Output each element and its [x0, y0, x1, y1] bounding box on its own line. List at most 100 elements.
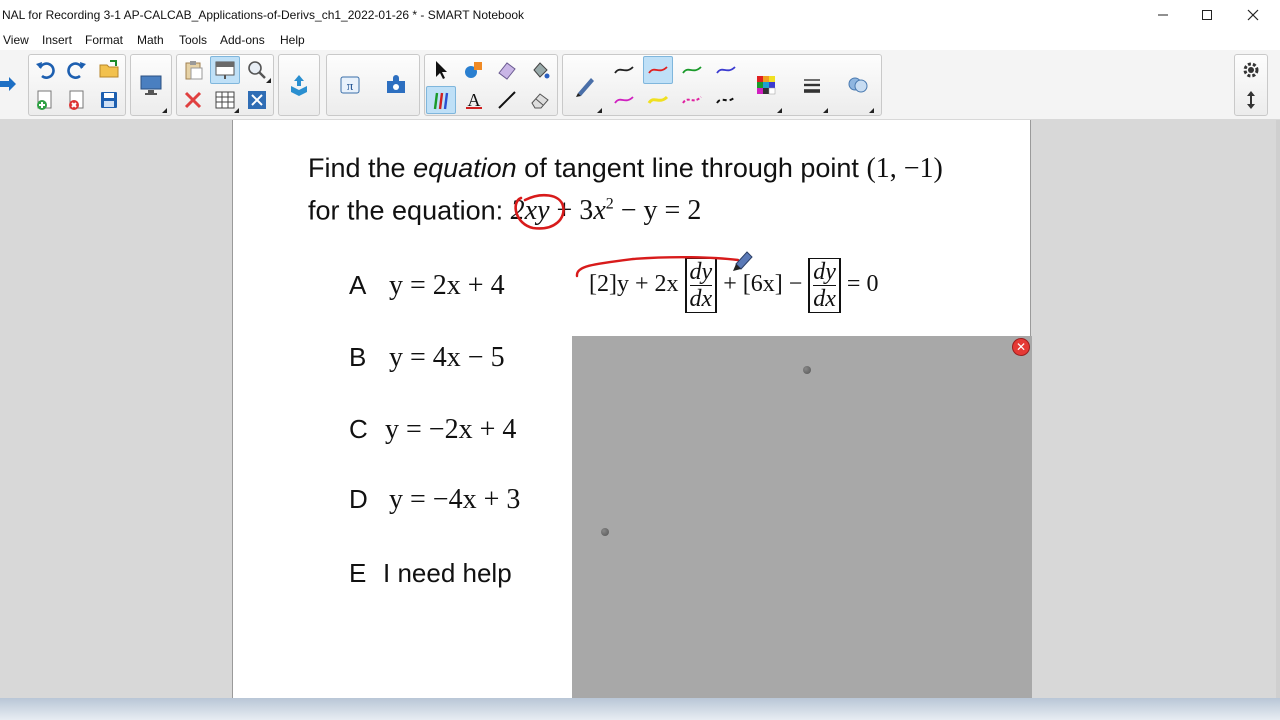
forward-arrow-icon [0, 77, 16, 91]
menu-format[interactable]: Format [85, 33, 123, 47]
choice-letter: B [349, 342, 367, 372]
equation-rest: − y = 2 [613, 195, 702, 227]
menu-view[interactable]: View [3, 33, 29, 47]
add-ons-icon [387, 75, 405, 93]
workspace: Find the equation of tangent line throug… [0, 120, 1280, 698]
equation-x: x [593, 195, 606, 227]
maximize-button[interactable] [1184, 0, 1230, 30]
shapes-icon [465, 62, 482, 78]
svg-text:π: π [347, 78, 354, 93]
fill-button[interactable] [525, 56, 555, 84]
menu-math[interactable]: Math [137, 33, 164, 47]
properties-icon [804, 79, 820, 93]
eraser-2-icon [531, 93, 549, 109]
question-prefix: Find the [308, 153, 414, 183]
maximize-icon [1202, 10, 1212, 20]
zoom-icon [248, 61, 266, 79]
line-style-magenta-icon [614, 96, 634, 104]
math-tools-button[interactable]: π [333, 56, 367, 114]
question-line-1: Find the equation of tangent line throug… [308, 150, 943, 187]
select-button[interactable] [426, 56, 456, 84]
table-button[interactable] [210, 86, 240, 114]
minimize-button[interactable] [1140, 0, 1186, 30]
add-page-button[interactable] [30, 86, 60, 114]
line-style-purple-icon [716, 66, 736, 74]
screen-shade-button[interactable] [210, 56, 240, 84]
math-group: π [326, 54, 420, 116]
eraser-2-button[interactable] [525, 86, 555, 114]
line-style-black-icon [614, 66, 634, 74]
table-icon [215, 91, 235, 109]
shapes-button[interactable] [459, 56, 489, 84]
pen-button[interactable] [569, 56, 603, 114]
screen-shade-icon [215, 61, 235, 79]
redo-button[interactable] [62, 56, 92, 84]
settings-button[interactable] [1236, 56, 1266, 84]
fraction-numerator: dy [813, 259, 836, 286]
line-style-magenta[interactable] [609, 86, 639, 114]
shade-handle-left[interactable] [601, 528, 609, 536]
undo-button[interactable] [30, 56, 60, 84]
line-style-black[interactable] [609, 56, 639, 84]
fraction-denominator: dx [689, 286, 713, 312]
gallery-button[interactable] [841, 56, 875, 114]
text-button[interactable]: A [459, 86, 489, 114]
display-button[interactable] [134, 56, 168, 114]
line-style-green[interactable] [677, 56, 707, 84]
upload-button[interactable] [282, 56, 316, 114]
work-part-2: + [6x] − [723, 271, 809, 298]
line-style-dashed[interactable] [711, 86, 741, 114]
paste-button[interactable] [178, 56, 208, 84]
delete-page-icon [69, 90, 84, 110]
line-style-purple[interactable] [711, 56, 741, 84]
edit-group [176, 54, 274, 116]
scrollbar[interactable] [1276, 120, 1280, 698]
choice-letter: C [349, 414, 368, 444]
fraction-denominator: dx [813, 286, 836, 312]
work-part-1: [2]y + 2x [589, 271, 679, 298]
line-style-yellow[interactable] [643, 86, 673, 114]
color-palette-button[interactable] [749, 56, 783, 114]
line-style-pink[interactable] [677, 86, 707, 114]
save-icon [101, 92, 117, 108]
dy-dx-fraction-1: dy dx [684, 258, 718, 313]
menu-add-ons[interactable]: Add-ons [220, 33, 265, 47]
close-button[interactable] [1230, 0, 1276, 30]
equation-exponent: 2 [605, 196, 614, 213]
open-folder-icon [99, 60, 119, 78]
full-screen-button[interactable] [242, 86, 272, 114]
magic-pen-button[interactable] [426, 86, 456, 114]
minimize-icon [1158, 14, 1168, 16]
screen-shade-panel[interactable] [572, 336, 1032, 698]
add-ons-button[interactable] [379, 56, 413, 114]
choice-expression: y = 2x + 4 [389, 270, 505, 301]
properties-button[interactable] [795, 56, 829, 114]
save-button[interactable] [94, 86, 124, 114]
notebook-page[interactable]: Find the equation of tangent line throug… [232, 120, 1032, 698]
menu-bar: View Insert Format Math Tools Add-ons He… [0, 30, 1280, 50]
line-style-red[interactable] [643, 56, 673, 84]
zoom-button[interactable] [242, 56, 272, 84]
pen-icon [576, 78, 594, 97]
delete-button[interactable] [178, 86, 208, 114]
menu-insert[interactable]: Insert [42, 33, 72, 47]
menu-help[interactable]: Help [280, 33, 305, 47]
window-title: NAL for Recording 3-1 AP-CALCAB_Applicat… [2, 8, 525, 22]
undo-icon [36, 62, 55, 79]
question-emphasis: equation [413, 153, 517, 183]
color-palette-icon [757, 76, 776, 95]
forward-button[interactable] [0, 70, 22, 98]
open-button[interactable] [94, 56, 124, 84]
line-button[interactable] [492, 86, 522, 114]
line-style-pink-icon [682, 96, 702, 104]
move-toolbar-button[interactable] [1236, 86, 1266, 114]
line-style-yellow-icon [647, 95, 669, 104]
shade-handle-top[interactable] [803, 366, 811, 374]
add-page-icon [37, 90, 52, 110]
line-style-red-icon [648, 66, 668, 74]
menu-tools[interactable]: Tools [179, 33, 207, 47]
file-group [28, 54, 126, 116]
shade-close-button[interactable]: ✕ [1012, 338, 1030, 356]
eraser-button[interactable] [492, 56, 522, 84]
delete-page-button[interactable] [62, 86, 92, 114]
